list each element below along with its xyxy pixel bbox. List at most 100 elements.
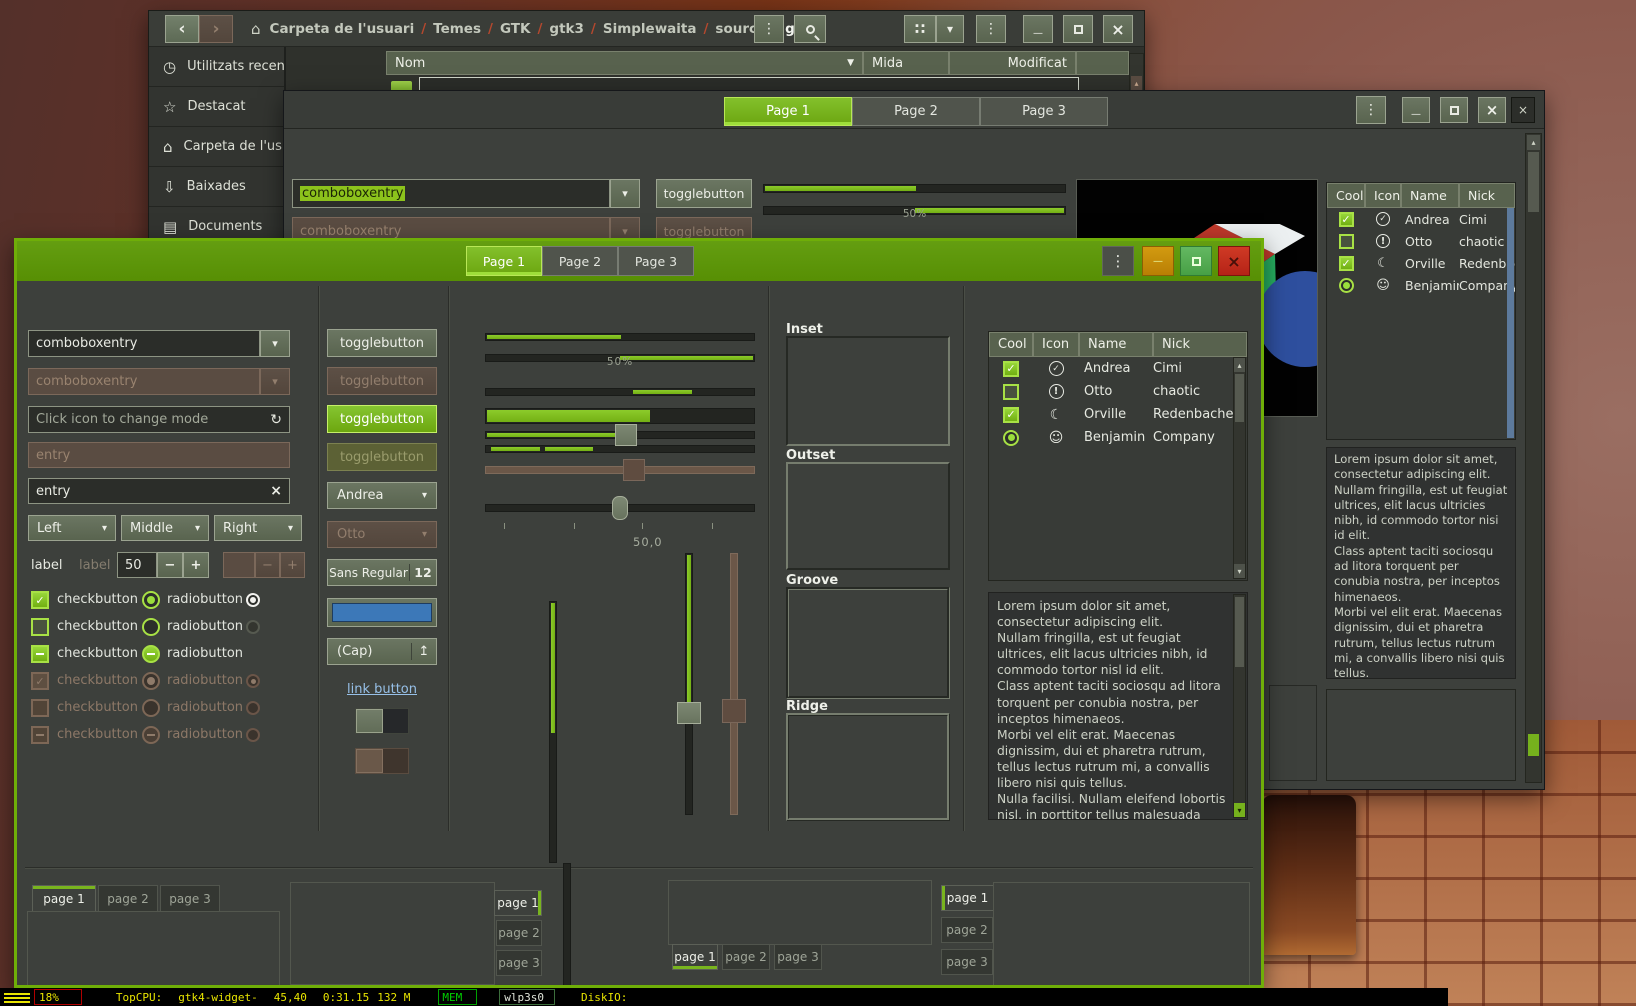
breadcrumb-segment[interactable]: Temes bbox=[433, 21, 481, 37]
sidebar-item-home[interactable]: ⌂Carpeta de l'usuari bbox=[149, 127, 284, 167]
back-button[interactable]: ‹ bbox=[165, 15, 199, 43]
table-row[interactable]: ✓ ✓ Andrea Cimi bbox=[1327, 208, 1515, 230]
togglebutton[interactable]: togglebutton bbox=[656, 179, 752, 208]
notebook-bottom-tab-page1[interactable]: page 1 bbox=[672, 944, 718, 970]
breadcrumb[interactable]: ⌂ Carpeta de l'usuari/ Temes/ GTK/ gtk3/… bbox=[251, 19, 820, 39]
sidebar-item-recent[interactable]: ◷Utilitzats recentment bbox=[149, 47, 284, 87]
breadcrumb-segment[interactable]: gtk3 bbox=[549, 21, 584, 37]
notebook-top-tab-page3[interactable]: page 3 bbox=[160, 885, 220, 912]
notebook-right-tab-page2[interactable]: page 2 bbox=[496, 920, 542, 946]
table-row[interactable]: ☺ Benjamin Company bbox=[1327, 274, 1515, 296]
color-button[interactable] bbox=[327, 598, 437, 627]
vscale[interactable] bbox=[677, 553, 701, 815]
combobox-name[interactable]: Andrea▾ bbox=[327, 482, 437, 509]
view-options-button[interactable]: ▾ bbox=[936, 15, 964, 43]
switch-off[interactable] bbox=[355, 708, 409, 734]
notebook-left-tab-page3[interactable]: page 3 bbox=[941, 949, 993, 975]
combobox-left[interactable]: Left▾ bbox=[28, 515, 116, 541]
scrollbar-thumb[interactable] bbox=[1235, 374, 1244, 422]
checkbox-checked[interactable]: ✓ bbox=[1003, 361, 1019, 377]
menu-button[interactable]: ⋮ bbox=[1102, 246, 1134, 276]
minimize-button[interactable]: — bbox=[1023, 15, 1053, 43]
sidebar-item-downloads[interactable]: ⇩Baixades bbox=[149, 167, 284, 207]
column-header-cool[interactable]: Cool bbox=[1327, 183, 1365, 208]
maximize-button[interactable] bbox=[1063, 15, 1093, 43]
maximize-button[interactable] bbox=[1180, 246, 1212, 276]
tab-page3[interactable]: Page 3 bbox=[980, 97, 1108, 126]
scroll-down-icon[interactable]: ▾ bbox=[1234, 803, 1245, 817]
taskbar-menu-icon[interactable] bbox=[4, 991, 30, 1003]
scale-handle[interactable] bbox=[612, 496, 628, 520]
tab-page2[interactable]: Page 2 bbox=[852, 97, 980, 126]
view-grid-button[interactable]: ∷ bbox=[904, 15, 936, 43]
column-header-icon[interactable]: Icon bbox=[1033, 332, 1079, 357]
window-scrollbar[interactable]: ▴ bbox=[1525, 133, 1542, 783]
refresh-icon[interactable]: ↻ bbox=[270, 412, 282, 428]
column-header-cool[interactable]: Cool bbox=[989, 332, 1033, 357]
combobox-arrow-button[interactable]: ▾ bbox=[260, 330, 290, 357]
column-header-nick[interactable]: Nick bbox=[1153, 332, 1247, 357]
table-row[interactable]: ! Otto chaotic bbox=[1327, 230, 1515, 252]
combobox-middle[interactable]: Middle▾ bbox=[121, 515, 209, 541]
minimize-button[interactable]: — bbox=[1142, 246, 1174, 276]
scroll-up-icon[interactable]: ▴ bbox=[1131, 76, 1142, 90]
tab-page3[interactable]: Page 3 bbox=[618, 246, 694, 276]
column-header-size[interactable]: Mida bbox=[863, 51, 949, 75]
column-header-nick[interactable]: Nick bbox=[1459, 183, 1515, 208]
checkbox-checked[interactable]: ✓ bbox=[1339, 256, 1354, 271]
mode-entry[interactable]: Click icon to change mode↻ bbox=[28, 406, 290, 433]
notebook-right-tab-page1[interactable]: page 1 bbox=[494, 890, 542, 916]
table-row[interactable]: ☺ Benjamin Company bbox=[989, 426, 1247, 449]
textview-scrollbar[interactable]: ▾ bbox=[1233, 594, 1246, 818]
radio-selected[interactable] bbox=[1003, 430, 1019, 446]
front-window-titlebar[interactable]: Page 1 Page 2 Page 3 ⋮ — × bbox=[17, 241, 1261, 281]
column-header-modified[interactable]: Modificat bbox=[949, 51, 1076, 75]
column-header-name[interactable]: Name bbox=[1079, 332, 1153, 357]
spin-minus-button[interactable]: − bbox=[157, 552, 183, 578]
close-button[interactable]: × bbox=[1478, 97, 1506, 123]
scale-trough[interactable] bbox=[685, 553, 693, 815]
notebook-top-tab-page2[interactable]: page 2 bbox=[98, 885, 158, 912]
table-row[interactable]: ! Otto chaotic bbox=[989, 380, 1247, 403]
scrollbar-thumb[interactable] bbox=[1235, 597, 1244, 667]
treeview-scrollbar[interactable] bbox=[1507, 208, 1514, 438]
close-button[interactable]: × bbox=[1218, 246, 1250, 276]
spin-plus-button[interactable]: + bbox=[183, 552, 209, 578]
radio-indicator-dim[interactable] bbox=[246, 620, 260, 634]
menu-button[interactable]: ⋮ bbox=[1356, 96, 1386, 124]
spinbutton-value[interactable]: 50 bbox=[117, 552, 157, 578]
detached-tab-close[interactable]: × bbox=[1511, 97, 1535, 123]
window-menu-button[interactable]: ⋮ bbox=[976, 15, 1006, 43]
column-header-name[interactable]: Name bbox=[1401, 183, 1459, 208]
linkbutton[interactable]: link button bbox=[327, 678, 437, 697]
column-header-icon[interactable]: Icon bbox=[1365, 183, 1401, 208]
checkbox-unchecked[interactable] bbox=[1003, 384, 1019, 400]
close-button[interactable]: × bbox=[1103, 15, 1133, 43]
forward-button[interactable]: › bbox=[199, 15, 233, 43]
menu-button[interactable]: ⋮ bbox=[754, 15, 784, 43]
checkbutton-unchecked[interactable] bbox=[31, 618, 49, 636]
switch-handle[interactable] bbox=[356, 709, 383, 733]
table-row[interactable]: ✓ ☾ Orville Redenbacher bbox=[1327, 252, 1515, 274]
radio-indicator-on[interactable] bbox=[246, 593, 260, 607]
treeview-scrollbar[interactable]: ▴ ▾ bbox=[1233, 357, 1246, 579]
checkbox-checked[interactable]: ✓ bbox=[1339, 212, 1354, 227]
notebook-left-tab-page1[interactable]: page 1 bbox=[941, 885, 994, 911]
hscale[interactable] bbox=[485, 423, 755, 447]
lorem-text[interactable]: Lorem ipsum dolor sit amet, consectetur … bbox=[989, 593, 1247, 820]
scale-handle[interactable] bbox=[615, 424, 637, 446]
scale-handle[interactable] bbox=[677, 702, 701, 724]
comboboxentry[interactable]: comboboxentry bbox=[28, 330, 260, 357]
tab-page1[interactable]: Page 1 bbox=[466, 246, 542, 276]
radiobutton-indeterminate[interactable] bbox=[142, 645, 160, 663]
checkbutton-indeterminate[interactable] bbox=[31, 645, 49, 663]
togglebutton-active[interactable]: togglebutton bbox=[327, 405, 437, 433]
radio-selected[interactable] bbox=[1339, 278, 1354, 293]
scroll-up-icon[interactable]: ▴ bbox=[1234, 358, 1245, 372]
lorem-text[interactable]: Lorem ipsum dolor sit amet, consectetur … bbox=[1327, 448, 1515, 679]
checkbutton-checked[interactable]: ✓ bbox=[31, 591, 49, 609]
breadcrumb-segment[interactable]: Carpeta de l'usuari bbox=[270, 21, 415, 37]
maximize-button[interactable] bbox=[1440, 97, 1468, 123]
breadcrumb-segment[interactable]: Simplewaita bbox=[603, 21, 697, 37]
radiobutton-selected[interactable] bbox=[142, 591, 160, 609]
